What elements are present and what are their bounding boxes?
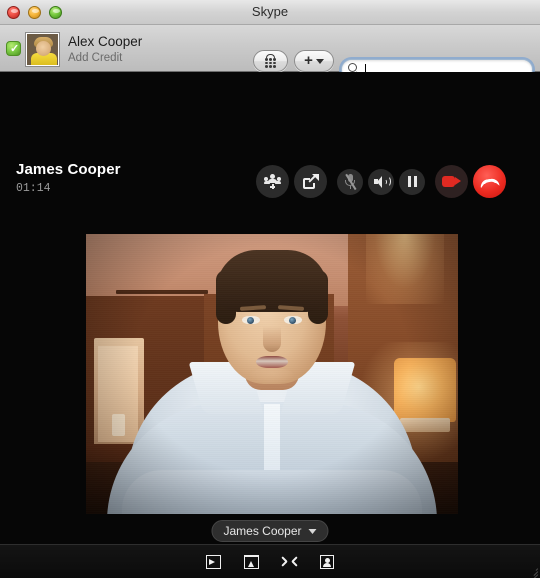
- fullscreen-button[interactable]: [279, 553, 299, 571]
- account-info: Alex Cooper Add Credit: [68, 33, 142, 66]
- chevron-down-icon: [308, 528, 317, 534]
- peer-name: James Cooper: [16, 161, 121, 178]
- end-call-button[interactable]: [473, 165, 506, 198]
- video-lamp-shade: [394, 358, 456, 422]
- resize-grip[interactable]: [527, 565, 539, 578]
- video-camera-icon: [442, 176, 461, 187]
- add-people-icon: [264, 174, 281, 189]
- toggle-bottom-panel-button[interactable]: [241, 553, 261, 571]
- window-titlebar: Skype: [0, 0, 540, 25]
- fullscreen-icon: [280, 554, 298, 569]
- contact-card-icon: [320, 554, 334, 569]
- avatar[interactable]: [25, 32, 60, 67]
- window-title: Skype: [251, 4, 289, 19]
- call-duration: 01:14: [16, 182, 51, 195]
- mute-microphone-button[interactable]: [337, 168, 363, 195]
- hold-call-button[interactable]: [399, 168, 425, 195]
- video-lamp-base: [400, 418, 450, 432]
- share-screen-button[interactable]: [294, 165, 327, 198]
- add-contact-button[interactable]: +: [294, 50, 334, 72]
- pause-icon: [407, 176, 417, 187]
- plus-icon: +: [304, 52, 313, 69]
- video-participant-label: James Cooper: [223, 524, 302, 538]
- remote-video[interactable]: [86, 234, 458, 514]
- dial-pad-button[interactable]: [253, 50, 288, 72]
- bottom-panel-icon: [243, 554, 259, 569]
- speaker-icon: [373, 175, 391, 188]
- contact-card-button[interactable]: [317, 553, 337, 571]
- dial-pad-icon: [265, 54, 276, 68]
- online-status-icon[interactable]: ✓: [6, 41, 21, 56]
- chevron-down-icon: [315, 58, 324, 64]
- call-controls: [256, 165, 506, 198]
- speaker-volume-button[interactable]: [368, 168, 394, 195]
- toggle-side-panel-button[interactable]: [203, 553, 223, 571]
- bottom-toolbar: [0, 544, 540, 578]
- add-people-button[interactable]: [256, 165, 289, 198]
- skype-call-window: Skype ✓ Alex Cooper Add Credit + James C…: [0, 0, 540, 578]
- hangup-phone-icon: [479, 175, 500, 188]
- side-panel-icon: [205, 554, 221, 569]
- microphone-muted-icon: [344, 173, 357, 191]
- account-toolbar: ✓ Alex Cooper Add Credit +: [0, 25, 540, 80]
- video-participant-selector[interactable]: James Cooper: [211, 520, 329, 542]
- call-area: James Cooper 01:14 James Cooper: [0, 72, 540, 578]
- add-credit-link[interactable]: Add Credit: [68, 51, 142, 66]
- account-name: Alex Cooper: [68, 34, 143, 49]
- video-wall-rail: [116, 290, 208, 294]
- share-screen-icon: [302, 173, 319, 189]
- video-glass: [112, 414, 125, 436]
- video-toggle-button[interactable]: [435, 165, 468, 198]
- video-ceiling-glow: [366, 234, 444, 304]
